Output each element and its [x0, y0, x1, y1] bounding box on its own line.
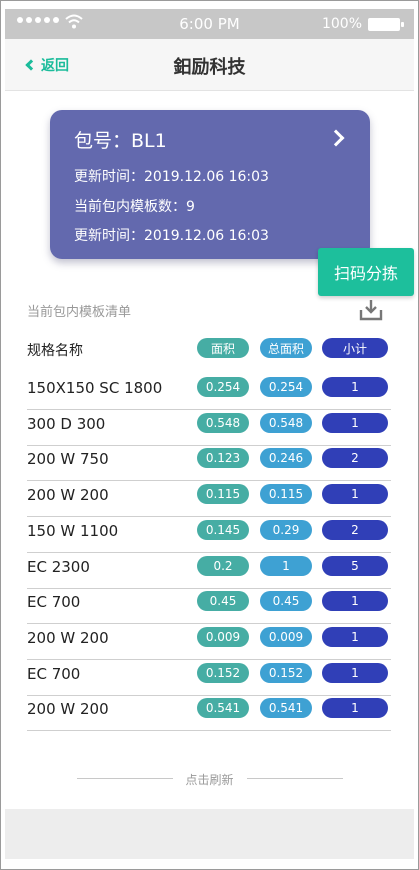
row-subtotal: 5: [322, 555, 388, 576]
row-subtotal: 1: [322, 412, 388, 433]
row-area: 0.254: [197, 377, 249, 397]
battery-icon: [368, 18, 404, 31]
area-header: 面积: [197, 338, 249, 358]
table-row[interactable]: 150X150 SC 1800 0.254 0.254 1: [27, 374, 391, 410]
table-row[interactable]: EC 700 0.152 0.152 1: [27, 660, 391, 696]
table-row[interactable]: 200 W 750 0.123 0.246 2: [27, 445, 391, 482]
refresh-link[interactable]: 点击刷新: [1, 771, 418, 788]
nav-bar: 返回 鈤励科技: [5, 39, 414, 91]
phone-frame: 6:00 PM 100% 返回 鈤励科技 包号：BL1 更新时间：2019.12…: [0, 0, 419, 870]
table-row[interactable]: 300 D 300 0.548 0.548 1: [27, 410, 391, 446]
list-title: 当前包内模板清单: [27, 305, 132, 320]
row-subtotal: 1: [322, 698, 388, 719]
table-row[interactable]: EC 700 0.45 0.45 1: [27, 588, 391, 625]
total-area-header: 总面积: [260, 338, 312, 358]
row-subtotal: 1: [322, 377, 388, 397]
row-subtotal: 1: [322, 626, 388, 647]
row-total-area: 0.541: [260, 698, 312, 719]
row-spec: EC 2300: [27, 557, 90, 576]
row-area: 0.123: [197, 448, 249, 469]
row-area: 0.45: [197, 591, 249, 612]
row-area: 0.145: [197, 519, 249, 540]
row-area: 0.009: [197, 626, 249, 647]
row-spec: 200 W 750: [27, 450, 109, 469]
row-total-area: 0.009: [260, 626, 312, 647]
battery-percent: 100%: [321, 16, 362, 32]
table-header: 规格名称 面积 总面积 小计: [27, 338, 391, 360]
row-total-area: 0.115: [260, 484, 312, 505]
page-title: 鈤励科技: [173, 57, 246, 78]
update-time-2: 更新时间：2019.12.06 16:03: [74, 228, 269, 244]
spec-header: 规格名称: [27, 343, 83, 359]
table-row[interactable]: 150 W 1100 0.145 0.29 2: [27, 517, 391, 553]
row-total-area: 0.254: [260, 377, 312, 397]
row-spec: 200 W 200: [27, 700, 109, 719]
row-total-area: 0.548: [260, 412, 312, 433]
row-spec: 150 W 1100: [27, 521, 119, 540]
table-row[interactable]: 200 W 200 0.115 0.115 1: [27, 481, 391, 518]
download-icon[interactable]: [358, 297, 384, 323]
chevron-right-icon[interactable]: [327, 129, 345, 147]
bottom-bar: [5, 809, 414, 859]
row-total-area: 0.152: [260, 662, 312, 683]
row-total-area: 0.29: [260, 519, 312, 540]
package-card[interactable]: 包号：BL1 更新时间：2019.12.06 16:03 当前包内模板数：9 更…: [50, 110, 370, 259]
package-number: 包号：BL1: [74, 130, 167, 152]
row-spec: EC 700: [27, 664, 81, 683]
template-count: 当前包内模板数：9: [74, 199, 195, 215]
subtotal-header: 小计: [322, 338, 388, 358]
row-spec: 150X150 SC 1800: [27, 379, 163, 397]
row-subtotal: 2: [322, 448, 388, 469]
row-spec: 300 D 300: [27, 414, 106, 433]
row-total-area: 1: [260, 555, 312, 576]
row-subtotal: 2: [322, 519, 388, 540]
row-spec: EC 700: [27, 593, 81, 612]
row-subtotal: 1: [322, 591, 388, 612]
table-row[interactable]: EC 2300 0.2 1 5: [27, 553, 391, 589]
row-spec: 200 W 200: [27, 486, 109, 505]
row-area: 0.541: [197, 698, 249, 719]
row-total-area: 0.45: [260, 591, 312, 612]
update-time: 更新时间：2019.12.06 16:03: [74, 169, 269, 185]
row-subtotal: 1: [322, 662, 388, 683]
row-area: 0.115: [197, 484, 249, 505]
row-total-area: 0.246: [260, 448, 312, 469]
row-subtotal: 1: [322, 484, 388, 505]
scan-sort-button[interactable]: 扫码分拣: [318, 248, 414, 296]
table-row[interactable]: 200 W 200 0.009 0.009 1: [27, 624, 391, 660]
row-area: 0.152: [197, 662, 249, 683]
status-bar: 6:00 PM 100%: [5, 9, 414, 39]
table-row[interactable]: 200 W 200 0.541 0.541 1: [27, 695, 391, 732]
row-area: 0.548: [197, 412, 249, 433]
row-spec: 200 W 200: [27, 628, 109, 647]
row-area: 0.2: [197, 555, 249, 576]
